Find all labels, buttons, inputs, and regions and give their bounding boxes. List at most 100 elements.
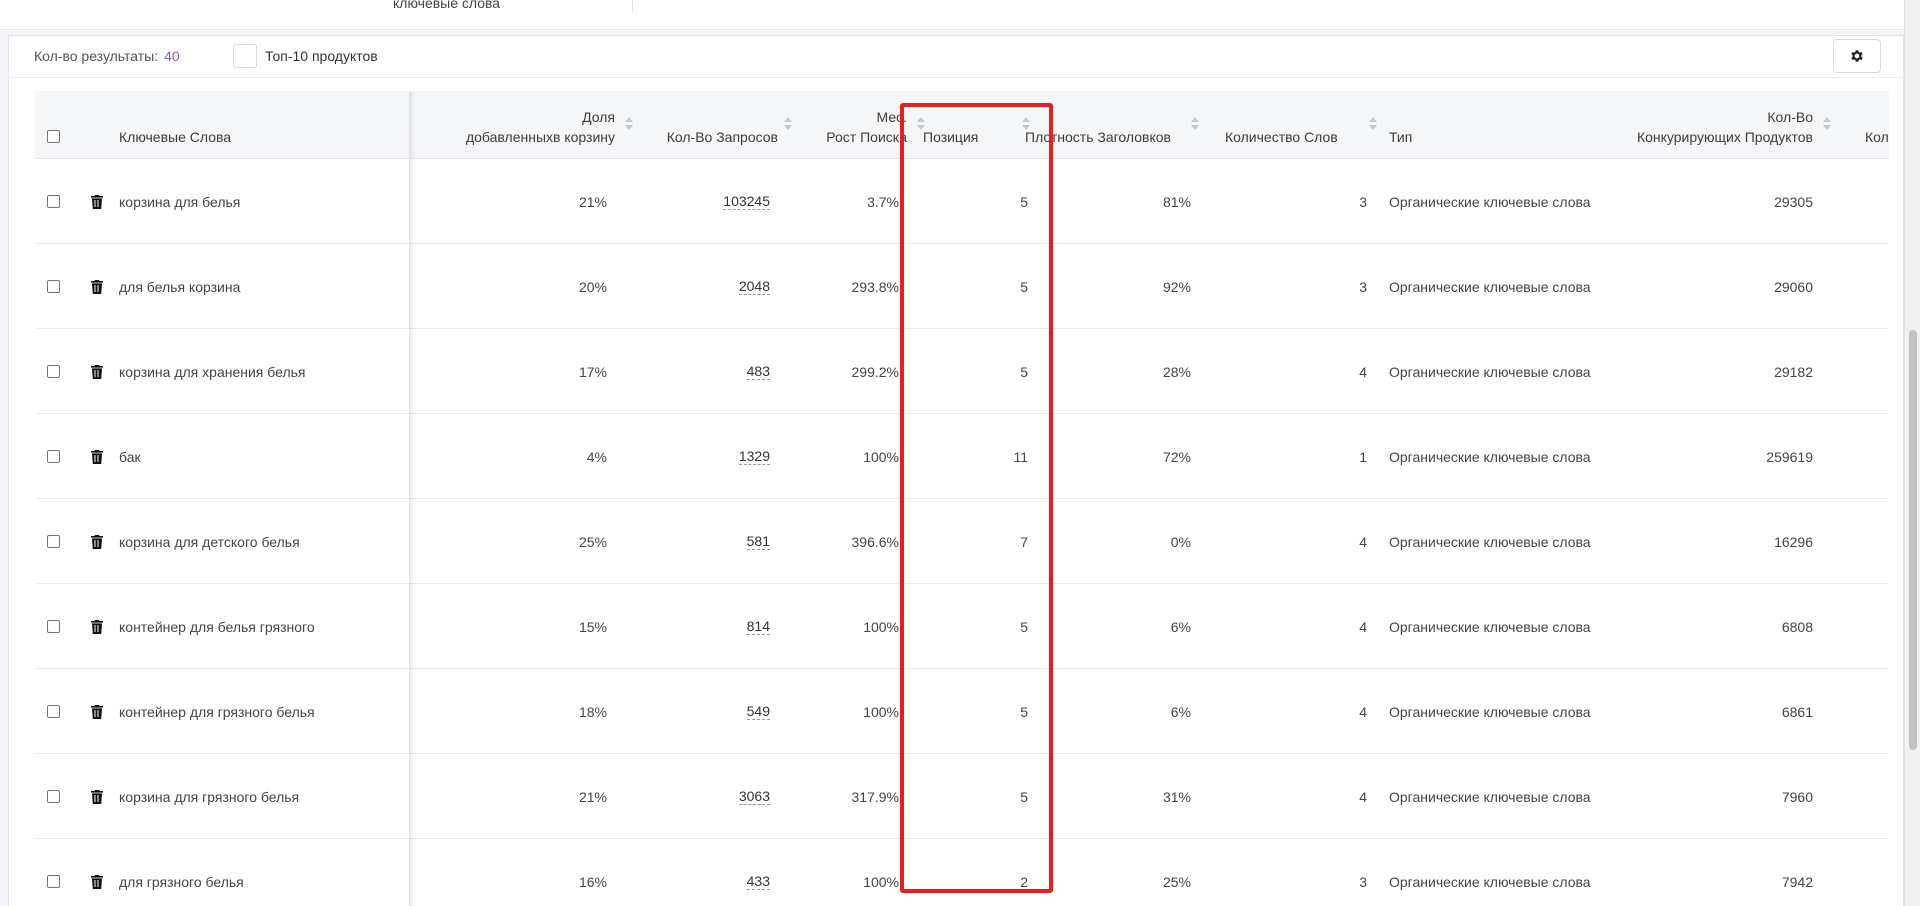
type-cell: Органические ключевые слова <box>1389 159 1609 244</box>
keyword-text[interactable]: контейнер для грязного белья <box>119 704 315 720</box>
top10-checkbox[interactable] <box>233 44 257 68</box>
settings-button[interactable] <box>1833 39 1881 73</box>
row-checkbox[interactable] <box>47 875 60 888</box>
row-checkbox[interactable] <box>47 705 60 718</box>
header-word-count[interactable]: Количество Слов <box>1225 91 1385 159</box>
row-select-cell <box>47 499 67 584</box>
previous-cell-text: ключевые слова <box>393 0 501 11</box>
requests-link[interactable]: 3063 <box>738 788 770 805</box>
delete-button[interactable] <box>87 839 107 906</box>
requests-link[interactable]: 814 <box>746 618 770 635</box>
cart-share-value: 4% <box>586 448 607 465</box>
header-cart-share[interactable]: Доля добавленныхв корзину <box>415 91 633 159</box>
title-density-cell: 0% <box>1025 499 1191 584</box>
row-checkbox[interactable] <box>47 450 60 463</box>
keyword-cell: контейнер для грязного белья <box>119 669 409 754</box>
cart-share-cell: 25% <box>415 499 607 584</box>
requests-link[interactable]: 2048 <box>738 278 770 295</box>
growth-value: 3.7% <box>867 193 899 210</box>
table-row: бак 4% 1329 100% 11 72% 1 Органические к… <box>35 414 1889 499</box>
row-select-cell <box>47 244 67 329</box>
type-value: Органические ключевые слова <box>1389 703 1591 720</box>
keyword-text[interactable]: корзина для грязного белья <box>119 789 299 805</box>
word-count-value: 3 <box>1359 193 1367 210</box>
header-requests[interactable]: Кол-Во Запросов <box>635 91 792 159</box>
row-select-cell <box>47 159 67 244</box>
header-competing[interactable]: Кол-Во Конкурирующих Продуктов <box>1595 91 1831 159</box>
row-checkbox[interactable] <box>47 535 60 548</box>
requests-link[interactable]: 103245 <box>723 193 770 210</box>
delete-button[interactable] <box>87 244 107 329</box>
trash-icon <box>91 534 103 549</box>
growth-value: 100% <box>863 873 899 890</box>
delete-button[interactable] <box>87 754 107 839</box>
sort-icon[interactable] <box>1191 117 1199 131</box>
keyword-text[interactable]: контейнер для белья грязного <box>119 619 315 635</box>
competing-value: 6808 <box>1781 618 1813 635</box>
keyword-text[interactable]: корзина для детского белья <box>119 534 300 550</box>
delete-button[interactable] <box>87 329 107 414</box>
requests-link[interactable]: 549 <box>746 703 770 720</box>
delete-button[interactable] <box>87 669 107 754</box>
requests-link[interactable]: 483 <box>746 363 770 380</box>
growth-value: 100% <box>863 618 899 635</box>
select-all-checkbox[interactable] <box>47 130 60 143</box>
scrollbar-thumb[interactable] <box>1909 330 1917 750</box>
growth-cell: 317.9% <box>795 754 899 839</box>
title-density-cell: 6% <box>1025 584 1191 669</box>
word-count-cell: 4 <box>1225 754 1367 839</box>
requests-link[interactable]: 433 <box>746 873 770 890</box>
keyword-text[interactable]: для белья корзина <box>119 279 240 295</box>
page-scrollbar[interactable] <box>1904 0 1920 906</box>
top10-toggle[interactable]: Топ-10 продуктов <box>233 44 378 68</box>
requests-link[interactable]: 581 <box>746 533 770 550</box>
header-type[interactable]: Тип <box>1389 91 1589 159</box>
position-cell: 11 <box>923 414 1028 499</box>
header-growth[interactable]: Мес. Рост Поиска <box>795 91 925 159</box>
position-cell: 5 <box>923 159 1028 244</box>
word-count-cell: 1 <box>1225 414 1367 499</box>
growth-value: 396.6% <box>851 533 899 550</box>
row-checkbox[interactable] <box>47 195 60 208</box>
table-row: контейнер для белья грязного 15% 814 100… <box>35 584 1889 669</box>
keyword-cell: бак <box>119 414 409 499</box>
sort-icon[interactable] <box>1369 117 1377 131</box>
title-density-cell: 31% <box>1025 754 1191 839</box>
keyword-text[interactable]: для грязного белья <box>119 874 244 890</box>
row-checkbox[interactable] <box>47 365 60 378</box>
header-cut-off[interactable]: Кол <box>1865 91 1889 159</box>
competing-value: 16296 <box>1774 533 1813 550</box>
competing-value: 29305 <box>1774 193 1813 210</box>
growth-cell: 100% <box>795 414 899 499</box>
header-cart-share-label: Доля добавленныхв корзину <box>465 109 615 145</box>
delete-button[interactable] <box>87 414 107 499</box>
trash-icon <box>91 194 103 209</box>
sort-icon[interactable] <box>784 117 792 131</box>
trash-icon <box>91 789 103 804</box>
competing-value: 259619 <box>1766 448 1813 465</box>
requests-link[interactable]: 1329 <box>738 448 770 465</box>
type-cell: Органические ключевые слова <box>1389 414 1609 499</box>
row-checkbox[interactable] <box>47 280 60 293</box>
row-checkbox[interactable] <box>47 620 60 633</box>
sort-icon[interactable] <box>625 117 633 131</box>
growth-value: 299.2% <box>851 363 899 380</box>
table-row: контейнер для грязного белья 18% 549 100… <box>35 669 1889 754</box>
header-keywords[interactable]: Ключевые Слова <box>119 91 399 159</box>
delete-button[interactable] <box>87 159 107 244</box>
competing-cell: 7960 <box>1595 754 1813 839</box>
header-title-density[interactable]: Плотность Заголовков <box>1025 91 1225 159</box>
title-density-value: 72% <box>1162 448 1191 465</box>
keyword-text[interactable]: бак <box>119 449 141 465</box>
row-checkbox[interactable] <box>47 790 60 803</box>
delete-button[interactable] <box>87 584 107 669</box>
keyword-text[interactable]: корзина для белья <box>119 194 240 210</box>
sort-icon[interactable] <box>1823 117 1831 131</box>
title-density-cell: 28% <box>1025 329 1191 414</box>
delete-button[interactable] <box>87 499 107 584</box>
table-header: Ключевые Слова Доля добавленныхв корзину … <box>35 91 1889 159</box>
keyword-cell: корзина для хранения белья <box>119 329 409 414</box>
keywords-panel: Кол-во результаты: 40 Топ-10 продуктов Кл… <box>8 35 1904 906</box>
keyword-text[interactable]: корзина для хранения белья <box>119 364 306 380</box>
word-count-value: 3 <box>1359 873 1367 890</box>
